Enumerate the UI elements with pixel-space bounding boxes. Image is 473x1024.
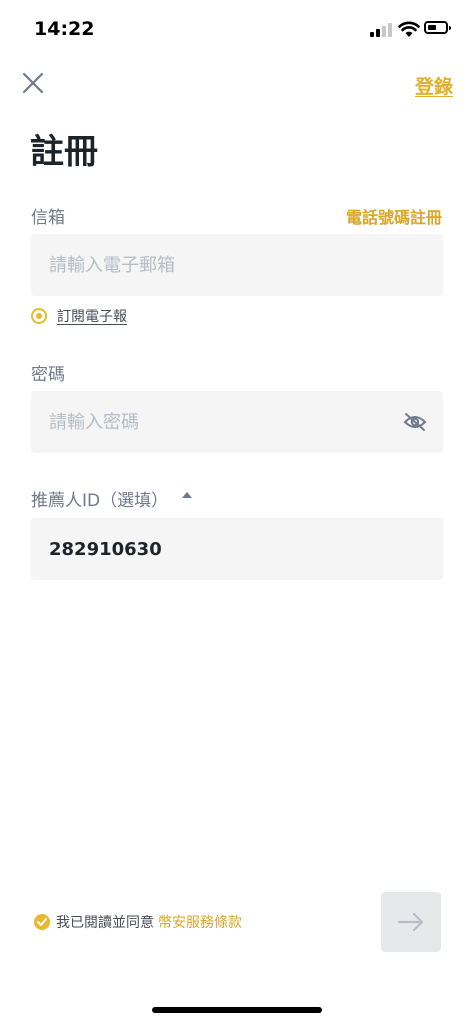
password-label: 密碼 (31, 365, 65, 385)
eye-hidden-icon[interactable] (403, 412, 427, 432)
email-input[interactable] (47, 253, 427, 277)
password-input[interactable] (47, 410, 427, 434)
check-icon[interactable] (34, 914, 50, 930)
referral-field-container (31, 518, 443, 580)
terms-link[interactable]: 幣安服務條款 (158, 912, 242, 932)
subscribe-label[interactable]: 訂閱電子報 (57, 306, 127, 326)
home-indicator (152, 1007, 322, 1013)
wifi-icon (398, 21, 420, 37)
email-field-container (31, 234, 443, 296)
referral-input[interactable] (47, 537, 427, 561)
terms-text: 我已閱讀並同意 (56, 915, 154, 931)
arrow-right-icon (398, 912, 424, 932)
page-title: 註冊 (30, 132, 98, 172)
caret-up-icon[interactable] (182, 492, 192, 498)
referral-label: 推薦人ID（選填） (31, 491, 169, 511)
close-icon[interactable] (22, 72, 44, 94)
cellular-signal-icon (370, 23, 392, 37)
battery-icon (424, 21, 451, 34)
terms-agreement[interactable]: 我已閱讀並同意 幣安服務條款 (34, 912, 242, 932)
subscribe-newsletter[interactable]: 訂閱電子報 (31, 306, 127, 326)
phone-register-link[interactable]: 電話號碼註冊 (346, 204, 442, 228)
email-label: 信箱 (31, 208, 65, 228)
checkmark-icon (37, 918, 47, 926)
next-button[interactable] (381, 892, 441, 952)
subscribe-radio-icon[interactable] (31, 308, 47, 324)
login-link[interactable]: 登錄 (415, 72, 453, 99)
register-screen: 14:22 登錄 註冊 信箱 電話號碼註冊 訂閱電子報 密碼 推薦人ID（選 (0, 0, 473, 1024)
password-field-container (31, 391, 443, 453)
status-time: 14:22 (34, 18, 95, 40)
